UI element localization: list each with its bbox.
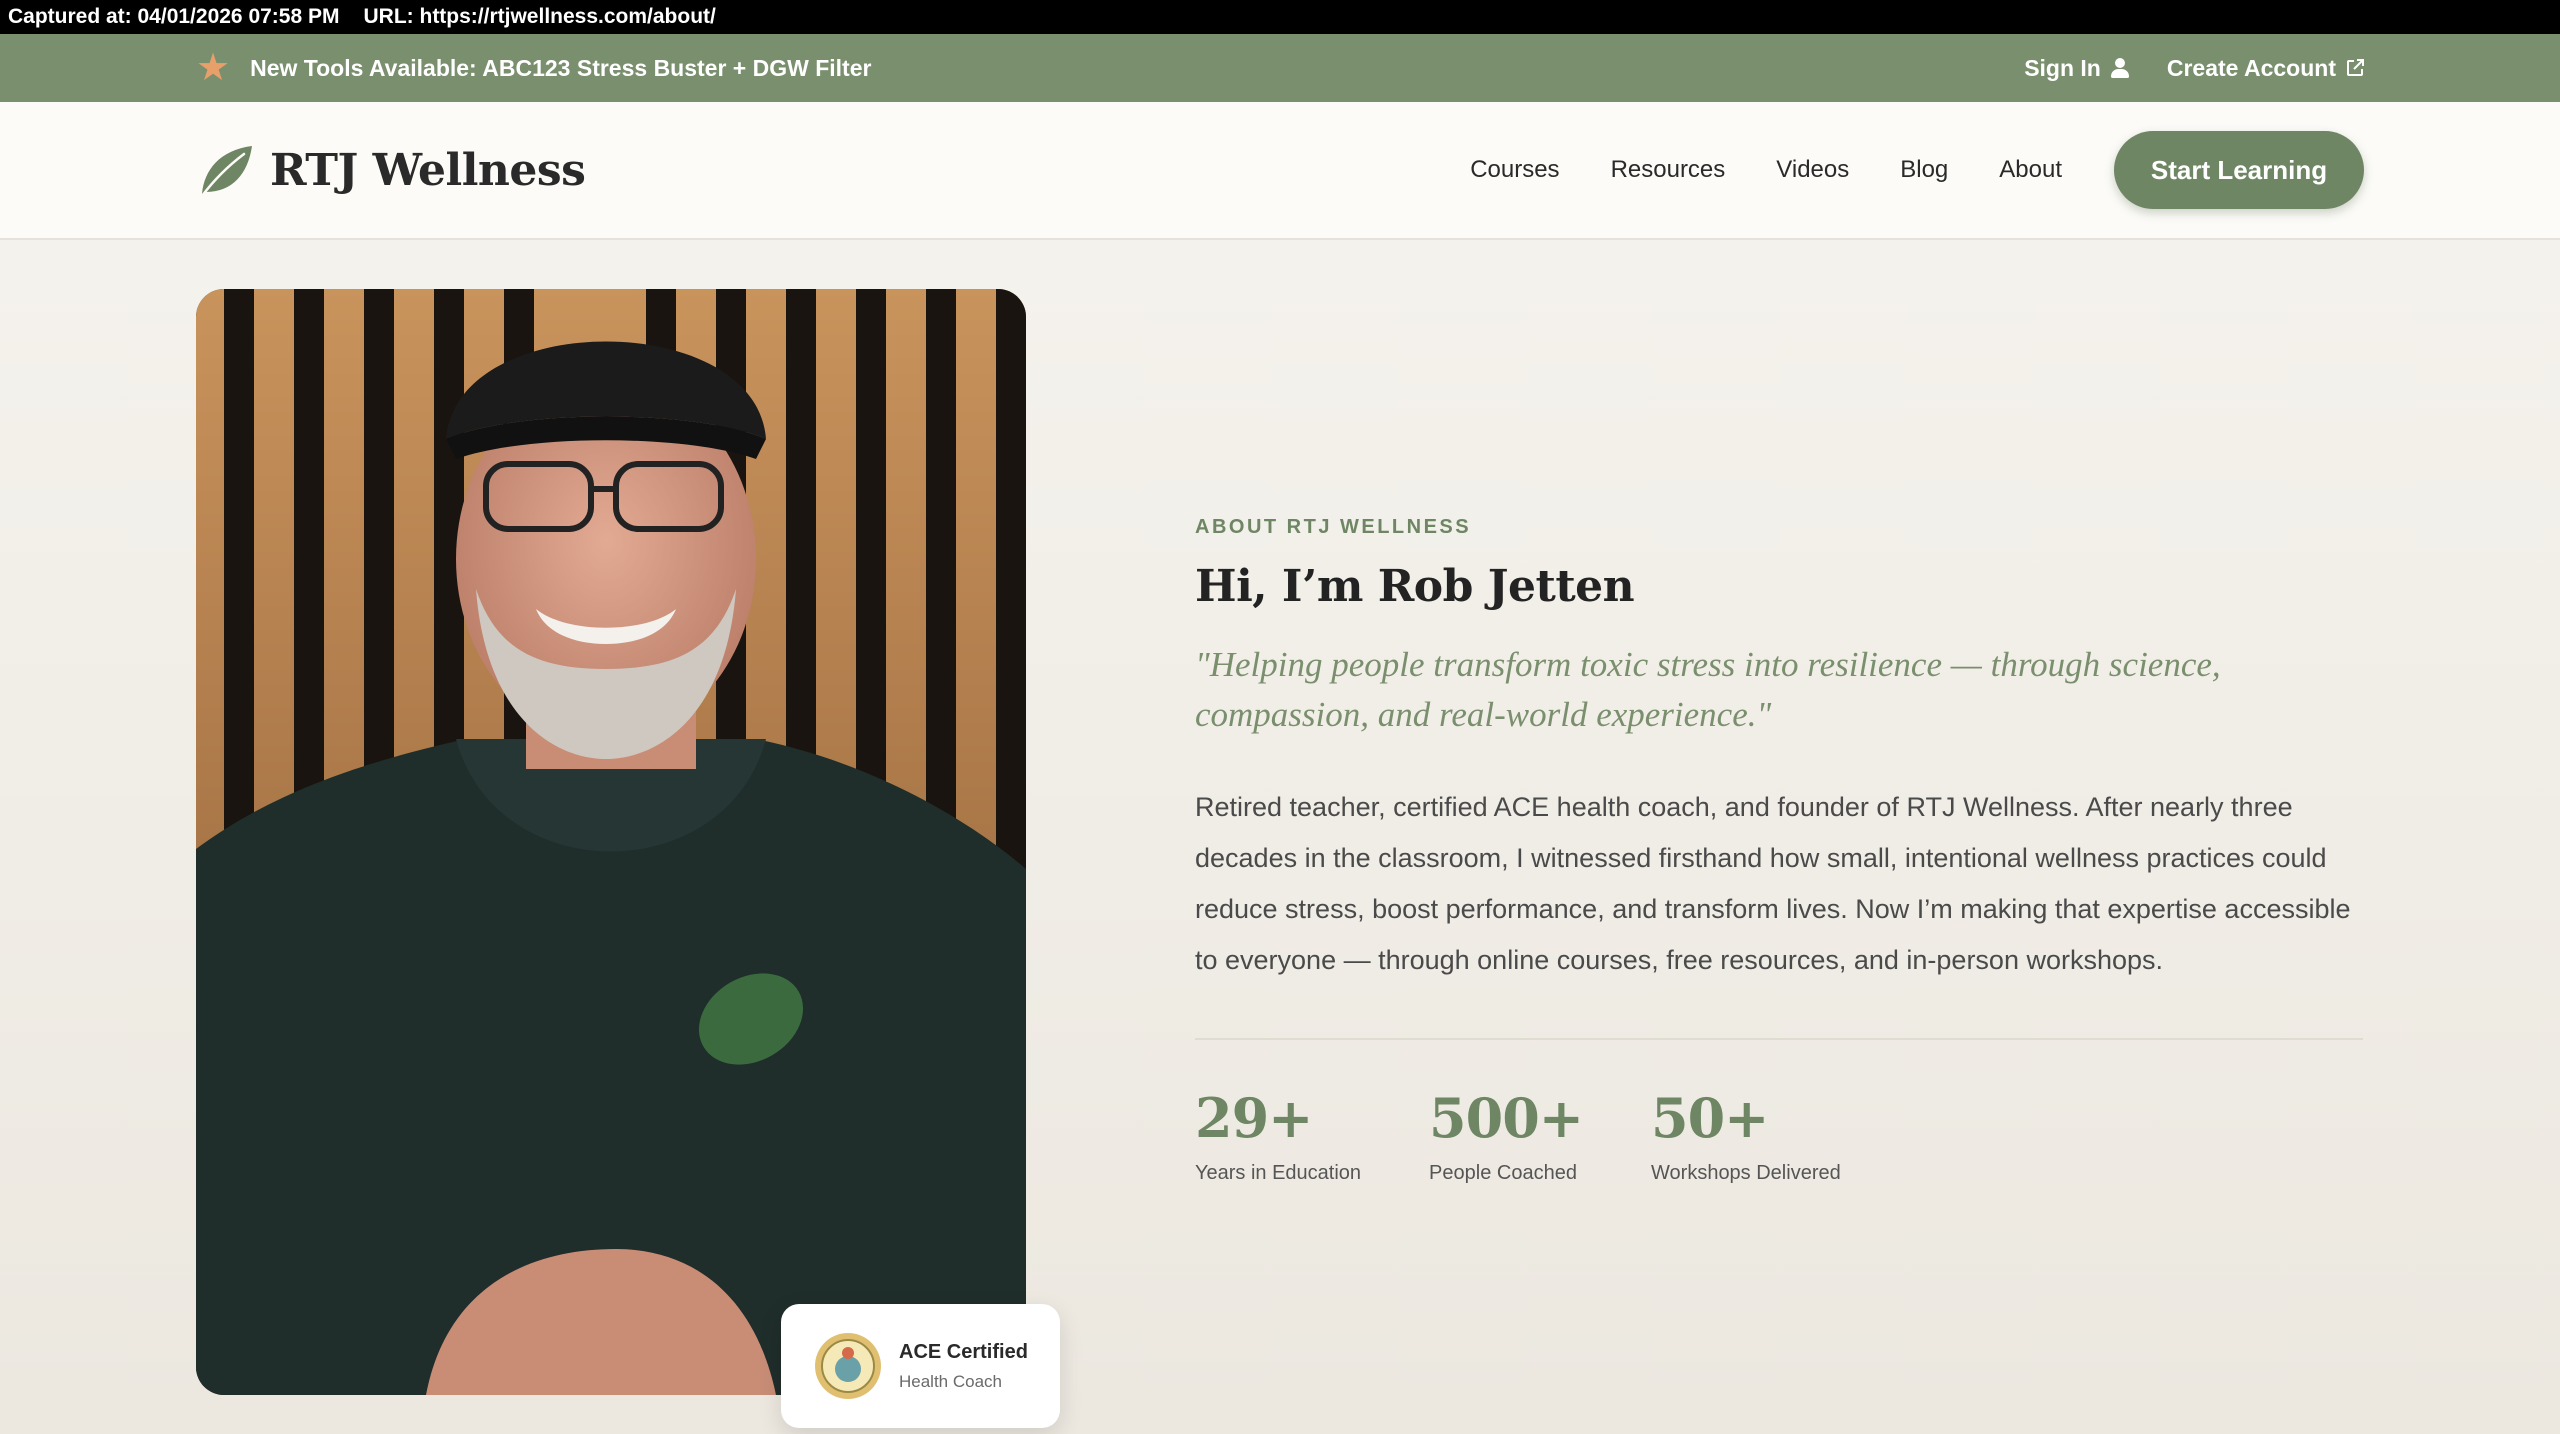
stat-label: Years in Education xyxy=(1195,1162,1362,1184)
nav-about[interactable]: About xyxy=(1999,156,2062,184)
nav-courses[interactable]: Courses xyxy=(1470,156,1559,184)
certification-title: ACE Certified xyxy=(899,1340,1028,1363)
stat-value: 29+ xyxy=(1195,1086,1313,1150)
nav-blog[interactable]: Blog xyxy=(1900,156,1948,184)
announcement-bar: ★ New Tools Available: ABC123 Stress Bus… xyxy=(0,34,2560,102)
page-title: Hi, I’m Rob Jetten xyxy=(1195,561,1635,612)
external-link-icon xyxy=(2347,59,2364,76)
stat-label: People Coached xyxy=(1429,1162,1577,1184)
certification-card: ACE Certified Health Coach xyxy=(781,1304,1060,1428)
create-account-label: Create Account xyxy=(2166,54,2336,81)
capture-timestamp: Captured at: 04/01/2026 07:58 PM xyxy=(8,5,340,28)
create-account-link[interactable]: Create Account xyxy=(2167,55,2364,82)
nav-resources[interactable]: Resources xyxy=(1611,156,1726,184)
about-section: ABOUT RTJ WELLNESS Hi, I’m Rob Jetten "H… xyxy=(1195,516,2363,1185)
stat-label: Workshops Delivered xyxy=(1651,1162,1841,1184)
nav-videos[interactable]: Videos xyxy=(1776,156,1849,184)
certification-subtitle: Health Coach xyxy=(899,1371,1003,1391)
announcement-text: New Tools Available: ABC123 Stress Buste… xyxy=(250,54,872,81)
user-icon xyxy=(2110,58,2129,78)
mission-quote: "Helping people transform toxic stress i… xyxy=(1195,645,2221,734)
stat-value: 500+ xyxy=(1429,1086,1584,1150)
certification-text: ACE Certified Health Coach xyxy=(899,1341,1028,1392)
portrait-photo xyxy=(196,289,1026,1395)
bio-paragraph: Retired teacher, certified ACE health co… xyxy=(1195,792,2351,975)
stat-value: 50+ xyxy=(1651,1086,1769,1150)
star-icon: ★ xyxy=(196,47,231,89)
divider xyxy=(1195,1038,2363,1040)
stat-item: 500+ People Coached xyxy=(1429,1086,1584,1185)
start-learning-button[interactable]: Start Learning xyxy=(2114,131,2364,209)
sign-in-link[interactable]: Sign In xyxy=(2024,55,2129,82)
sign-in-label: Sign In xyxy=(2024,54,2101,81)
portrait-illustration xyxy=(196,289,1026,1395)
announcement-message[interactable]: ★ New Tools Available: ABC123 Stress Bus… xyxy=(196,49,871,87)
section-eyebrow: ABOUT RTJ WELLNESS xyxy=(1195,516,1472,538)
site-logo[interactable]: RTJ Wellness xyxy=(196,140,586,200)
ace-badge-icon xyxy=(815,1333,881,1399)
main-nav: Courses Resources Videos Blog About Star… xyxy=(1470,131,2364,209)
stat-item: 29+ Years in Education xyxy=(1195,1086,1361,1185)
account-links: Sign In Create Account xyxy=(2024,55,2364,82)
capture-bar: Captured at: 04/01/2026 07:58 PM URL: ht… xyxy=(0,0,2560,34)
site-header: RTJ Wellness Courses Resources Videos Bl… xyxy=(0,102,2560,240)
leaf-icon xyxy=(200,146,252,198)
stats-row: 29+ Years in Education 500+ People Coach… xyxy=(1195,1086,2363,1185)
stat-item: 50+ Workshops Delivered xyxy=(1651,1086,1841,1185)
capture-url: URL: https://rtjwellness.com/about/ xyxy=(363,5,716,28)
logo-text: RTJ Wellness xyxy=(270,144,586,196)
